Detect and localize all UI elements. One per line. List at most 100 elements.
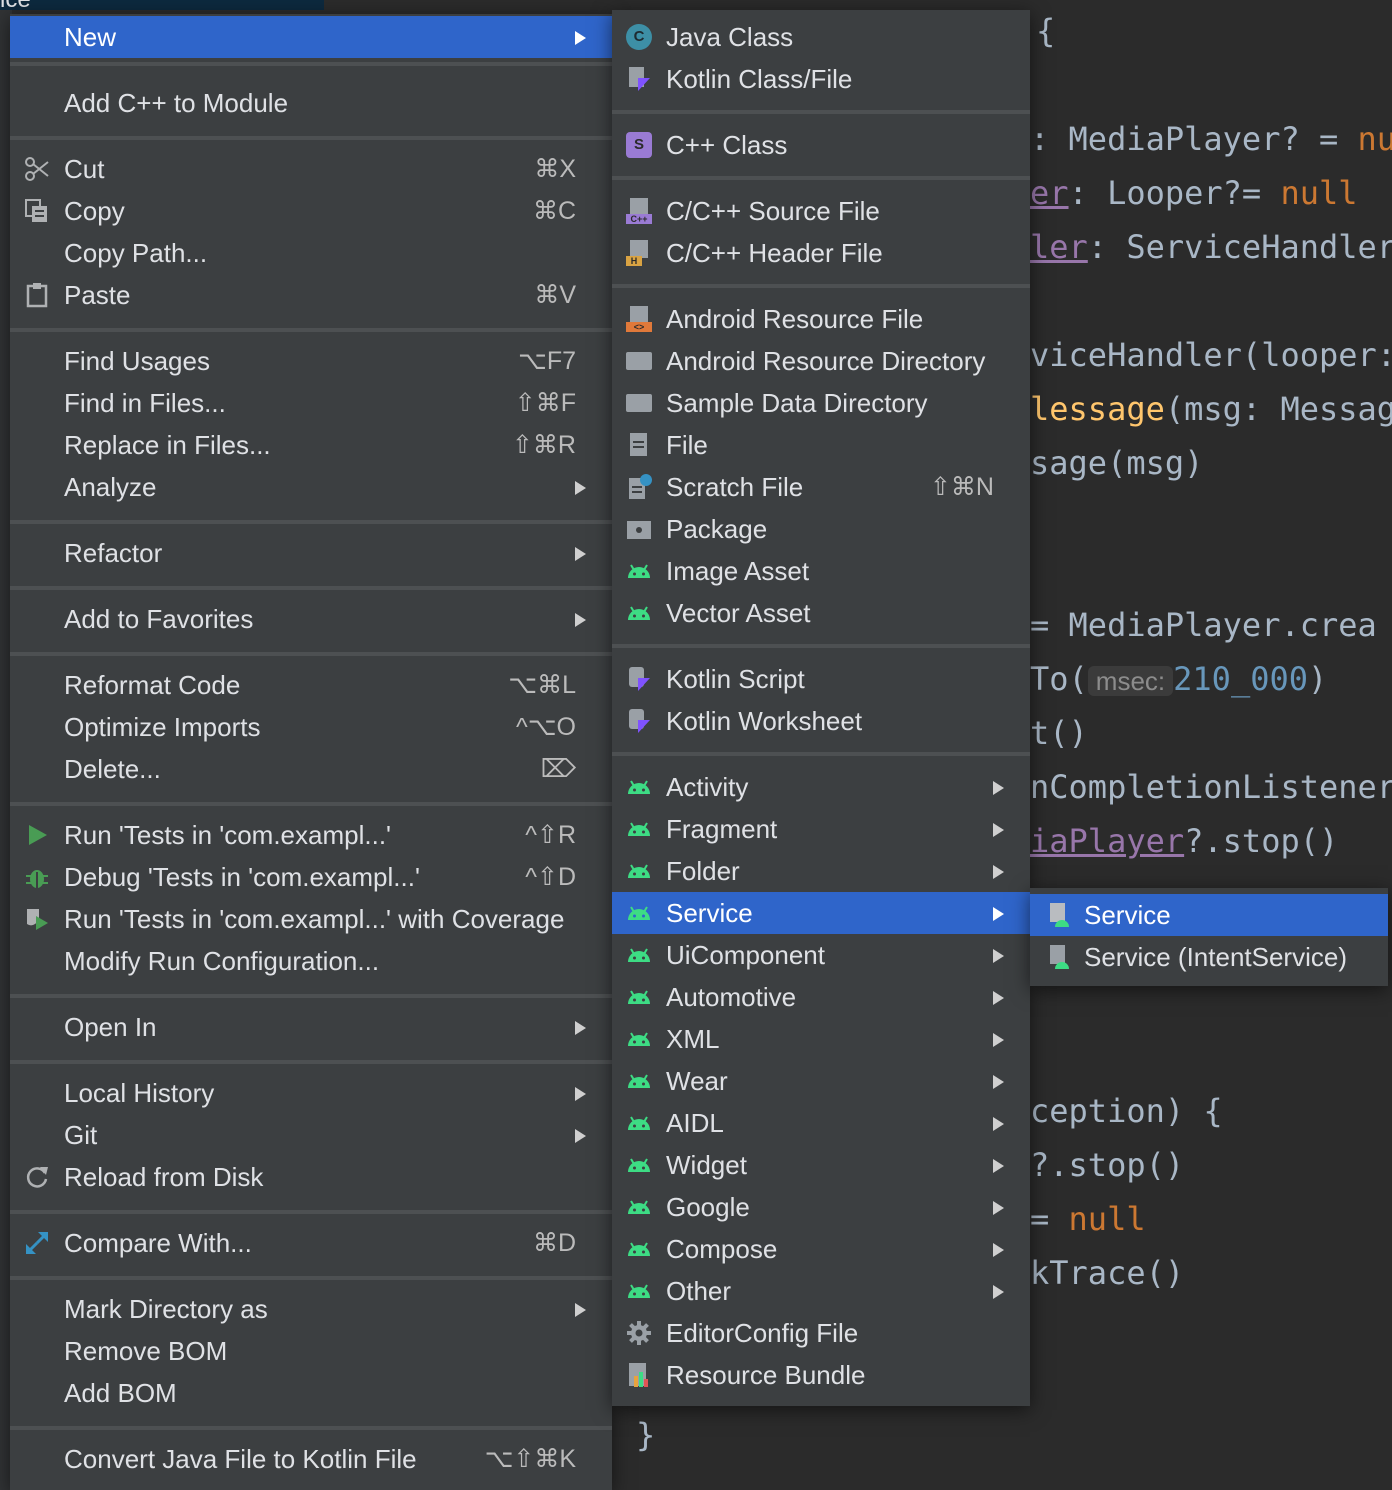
menu-item-image-asset[interactable]: Image Asset — [612, 550, 1030, 592]
menu-item-aidl[interactable]: AIDL — [612, 1102, 1030, 1144]
menu-item-intent-service[interactable]: Service (IntentService) — [1030, 936, 1388, 978]
code-line: t() — [1030, 714, 1088, 752]
android-icon — [628, 864, 650, 878]
submenu-arrow-icon — [575, 1021, 586, 1035]
menu-item-open-in[interactable]: Open In — [10, 1006, 612, 1048]
resource-bundle-icon — [629, 1363, 648, 1387]
menu-item-vector-asset[interactable]: Vector Asset — [612, 592, 1030, 634]
menu-separator — [10, 1060, 612, 1064]
submenu-arrow-icon — [993, 1285, 1004, 1299]
menu-separator — [10, 802, 612, 806]
menu-item-editorconfig[interactable]: EditorConfig File — [612, 1312, 1030, 1354]
code-line: kTrace() — [1030, 1254, 1185, 1292]
menu-item-compose[interactable]: Compose — [612, 1228, 1030, 1270]
menu-item-kotlin-script[interactable]: Kotlin Script — [612, 658, 1030, 700]
menu-separator — [10, 1276, 612, 1280]
code-line: = null — [1030, 1200, 1146, 1238]
android-icon — [628, 906, 650, 920]
menu-item-refactor[interactable]: Refactor — [10, 532, 612, 574]
clipboard-icon — [26, 283, 48, 308]
menu-item-run-with-coverage[interactable]: Run 'Tests in 'com.exampl...' with Cover… — [10, 898, 612, 940]
menu-item-other[interactable]: Other — [612, 1270, 1030, 1312]
menu-item-cpp-source[interactable]: C++ C/C++ Source File — [612, 190, 1030, 232]
menu-item-fragment[interactable]: Fragment — [612, 808, 1030, 850]
android-icon — [628, 780, 650, 794]
menu-item-widget[interactable]: Widget — [612, 1144, 1030, 1186]
parameter-hint: msec: — [1087, 666, 1174, 696]
context-menu: New Add C++ to Module Cut ⌘X Copy ⌘C Copy … — [10, 14, 612, 1490]
menu-item-find-usages[interactable]: Find Usages ⌥F7 — [10, 340, 612, 382]
menu-item-uicomponent[interactable]: UiComponent — [612, 934, 1030, 976]
menu-item-paste[interactable]: Paste ⌘V — [10, 274, 612, 316]
gear-icon — [627, 1321, 651, 1345]
menu-item-mark-directory-as[interactable]: Mark Directory as — [10, 1288, 612, 1330]
menu-item-folder[interactable]: Folder — [612, 850, 1030, 892]
menu-item-automotive[interactable]: Automotive — [612, 976, 1030, 1018]
menu-item-convert-java-to-kotlin[interactable]: Convert Java File to Kotlin File ⌥⇧⌘K — [10, 1438, 612, 1480]
menu-item-cut[interactable]: Cut ⌘X — [10, 148, 612, 190]
menu-item-copy-path[interactable]: Copy Path... — [10, 232, 612, 274]
menu-item-kotlin-worksheet[interactable]: Kotlin Worksheet — [612, 700, 1030, 742]
menu-item-xml[interactable]: XML — [612, 1018, 1030, 1060]
menu-item-google[interactable]: Google — [612, 1186, 1030, 1228]
menu-item-kotlin-class[interactable]: Kotlin Class/File — [612, 58, 1030, 100]
code-line: viceHandler(looper: — [1030, 336, 1392, 374]
code-brace-open: { — [1036, 12, 1056, 50]
menu-item-reload-from-disk[interactable]: Reload from Disk — [10, 1156, 612, 1198]
menu-item-add-to-favorites[interactable]: Add to Favorites — [10, 598, 612, 640]
menu-item-replace-in-files[interactable]: Replace in Files... ⇧⌘R — [10, 424, 612, 466]
menu-item-add-cpp[interactable]: Add C++ to Module — [10, 82, 612, 124]
submenu-arrow-icon — [993, 991, 1004, 1005]
code-line: : MediaPlayer? = nu — [1030, 120, 1392, 158]
submenu-arrow-icon — [575, 1129, 586, 1143]
cpp-source-file-icon: C++ — [626, 198, 652, 224]
android-service-file-icon — [1050, 903, 1069, 927]
menu-item-java-class[interactable]: C Java Class — [612, 16, 1030, 58]
kotlin-worksheet-icon — [629, 709, 650, 733]
menu-item-delete[interactable]: Delete... ⌦ — [10, 748, 612, 790]
menu-item-activity[interactable]: Activity — [612, 766, 1030, 808]
menu-item-reformat-code[interactable]: Reformat Code ⌥⌘L — [10, 664, 612, 706]
menu-item-wear[interactable]: Wear — [612, 1060, 1030, 1102]
folder-icon — [626, 394, 652, 412]
menu-separator — [10, 586, 612, 590]
menu-item-file[interactable]: File — [612, 424, 1030, 466]
cpp-class-icon: S — [626, 132, 652, 158]
file-icon — [630, 433, 647, 456]
submenu-arrow-icon — [575, 1303, 586, 1317]
code-line: lessage(msg: Messag — [1030, 390, 1392, 428]
menu-item-cpp-class[interactable]: S C++ Class — [612, 124, 1030, 166]
menu-item-service-create[interactable]: Service — [1030, 894, 1388, 936]
menu-item-modify-run-config[interactable]: Modify Run Configuration... — [10, 940, 612, 982]
run-icon — [29, 825, 47, 845]
code-line: To(msec: 210_000) — [1030, 660, 1328, 698]
menu-item-package[interactable]: Package — [612, 508, 1030, 550]
android-resource-file-icon: <> — [626, 306, 652, 332]
menu-item-add-bom[interactable]: Add BOM — [10, 1372, 612, 1414]
menu-item-analyze[interactable]: Analyze — [10, 466, 612, 508]
menu-separator — [10, 652, 612, 656]
menu-item-remove-bom[interactable]: Remove BOM — [10, 1330, 612, 1372]
java-class-icon: C — [626, 24, 652, 50]
menu-item-android-resource-directory[interactable]: Android Resource Directory — [612, 340, 1030, 382]
menu-item-optimize-imports[interactable]: Optimize Imports ^⌥O — [10, 706, 612, 748]
menu-item-local-history[interactable]: Local History — [10, 1072, 612, 1114]
android-icon — [628, 1116, 650, 1130]
menu-item-new[interactable]: New — [10, 16, 612, 58]
scratch-file-icon — [629, 474, 652, 499]
menu-item-android-resource-file[interactable]: <> Android Resource File — [612, 298, 1030, 340]
menu-item-run-tests[interactable]: Run 'Tests in 'com.exampl...' ^⇧R — [10, 814, 612, 856]
menu-item-sample-data-directory[interactable]: Sample Data Directory — [612, 382, 1030, 424]
menu-item-git[interactable]: Git — [10, 1114, 612, 1156]
menu-item-compare-with[interactable]: Compare With... ⌘D — [10, 1222, 612, 1264]
menu-separator — [612, 284, 1030, 288]
code-brace-close: } — [636, 1416, 656, 1454]
menu-item-find-in-files[interactable]: Find in Files... ⇧⌘F — [10, 382, 612, 424]
menu-item-debug-tests[interactable]: Debug 'Tests in 'com.exampl...' ^⇧D — [10, 856, 612, 898]
menu-item-service[interactable]: Service — [612, 892, 1030, 934]
submenu-arrow-icon — [993, 1201, 1004, 1215]
menu-item-copy[interactable]: Copy ⌘C — [10, 190, 612, 232]
menu-item-resource-bundle[interactable]: Resource Bundle — [612, 1354, 1030, 1396]
menu-item-cpp-header[interactable]: H C/C++ Header File — [612, 232, 1030, 274]
menu-item-scratch-file[interactable]: Scratch File ⇧⌘N — [612, 466, 1030, 508]
